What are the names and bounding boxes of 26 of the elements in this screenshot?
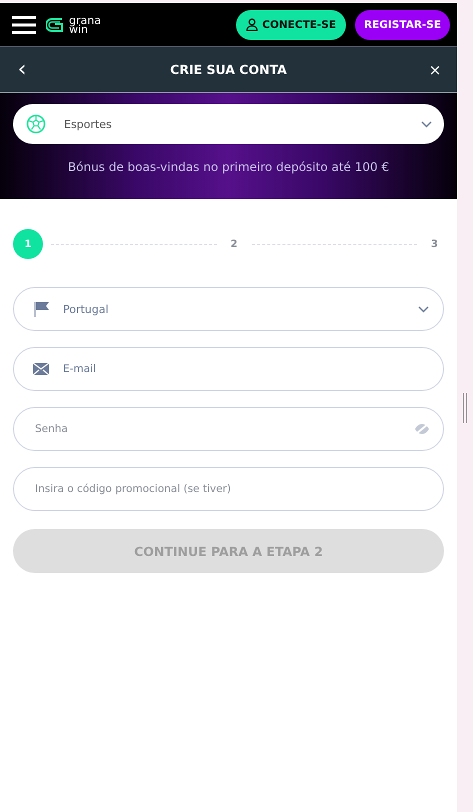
page-title: CRIE SUA CONTA [169, 62, 288, 77]
sport-select[interactable]: Esportes [13, 104, 444, 144]
country-select[interactable]: Portugal [13, 287, 444, 331]
register-button[interactable]: REGISTAR-SE [355, 10, 450, 40]
promo-code-field[interactable]: Insira o código promocional (se tiver) [13, 467, 444, 511]
mail-icon [33, 363, 49, 375]
bonus-text: Bónus de boas-vindas no primeiro depósito até 100 € [68, 160, 390, 174]
back-button[interactable]: ‹ [0, 57, 44, 82]
menu-icon[interactable] [12, 14, 36, 34]
logo-text: grana [69, 16, 101, 24]
close-button[interactable]: × [413, 60, 457, 78]
password-field[interactable]: Senha [13, 407, 444, 451]
step-indicator: 1 [13, 229, 43, 259]
login-button[interactable]: CONECTE-SE [236, 10, 346, 40]
chevron-icon [421, 120, 432, 128]
ball-icon [26, 114, 46, 134]
resize-handle[interactable] [463, 393, 467, 423]
email-field[interactable]: E-mail [13, 347, 444, 391]
logo-text: win [69, 24, 88, 34]
step-indicator: 3 [430, 238, 439, 250]
step-indicator: 2 [230, 238, 238, 250]
flag-icon [34, 301, 50, 317]
user-icon [246, 18, 258, 31]
logo-icon [46, 16, 64, 32]
chevron-icon [418, 306, 429, 312]
eye-hidden-icon[interactable] [414, 423, 430, 435]
